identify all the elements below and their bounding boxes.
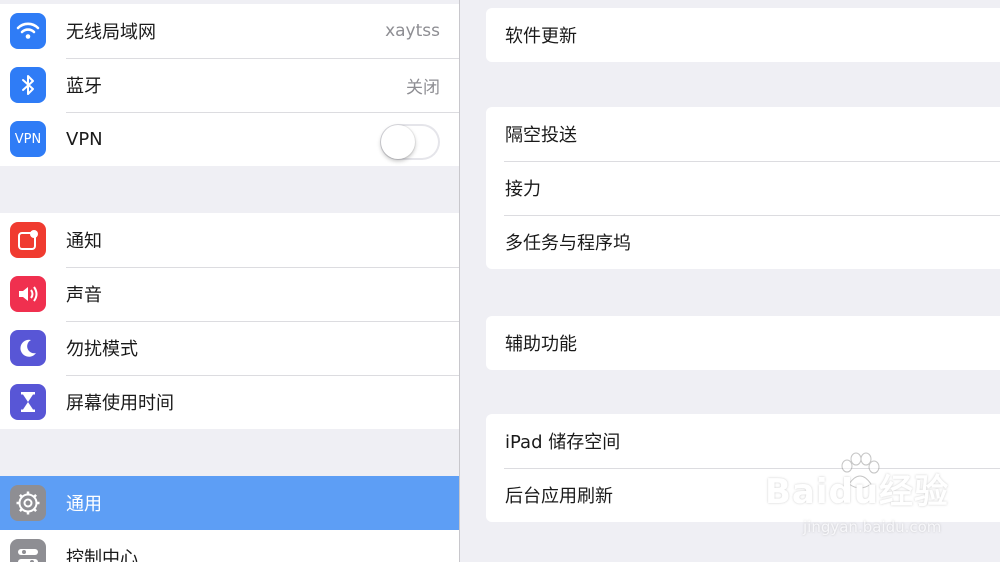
sidebar-item-sounds[interactable]: 声音 — [0, 267, 459, 321]
wifi-icon — [10, 13, 46, 49]
sidebar-group-connectivity: 无线局域网 xaytss 蓝牙 关闭 VPN VPN — [0, 4, 459, 166]
detail-item-airdrop[interactable]: 隔空投送 — [486, 107, 1000, 161]
sidebar-group-general: 通用 控制中心 — [0, 476, 459, 562]
detail-item-multitasking-dock[interactable]: 多任务与程序坞 — [486, 215, 1000, 269]
sidebar-item-vpn[interactable]: VPN VPN — [0, 112, 459, 166]
toggle-knob — [381, 125, 415, 159]
sidebar-item-label: 控制中心 — [66, 548, 138, 562]
vpn-toggle[interactable] — [380, 124, 440, 160]
detail-item-label: iPad 储存空间 — [505, 432, 621, 453]
sidebar-item-label: 声音 — [66, 285, 102, 306]
detail-item-ipad-storage[interactable]: iPad 储存空间 — [486, 414, 1000, 468]
detail-item-software-update[interactable]: 软件更新 — [486, 8, 1000, 62]
detail-group-accessibility: 辅助功能 — [486, 316, 1000, 370]
sidebar-item-general[interactable]: 通用 — [0, 476, 459, 530]
sidebar-item-label: 蓝牙 — [66, 76, 102, 97]
detail-item-background-refresh[interactable]: 后台应用刷新 — [486, 468, 1000, 522]
sidebar-item-label: 通知 — [66, 231, 102, 252]
bluetooth-status: 关闭 — [406, 77, 440, 98]
gear-icon — [10, 485, 46, 521]
sound-icon — [10, 276, 46, 312]
sidebar-item-label: 通用 — [66, 494, 102, 515]
sidebar-item-control-center[interactable]: 控制中心 — [0, 530, 459, 562]
hourglass-icon — [10, 384, 46, 420]
sidebar-item-wifi[interactable]: 无线局域网 xaytss — [0, 4, 459, 58]
notifications-icon — [10, 222, 46, 258]
detail-item-label: 多任务与程序坞 — [505, 233, 631, 254]
vpn-icon: VPN — [10, 121, 46, 157]
detail-group-storage: iPad 储存空间 后台应用刷新 — [486, 414, 1000, 522]
sidebar-item-label: 屏幕使用时间 — [66, 393, 174, 414]
detail-group-update: 软件更新 — [486, 8, 1000, 62]
detail-item-handoff[interactable]: 接力 — [486, 161, 1000, 215]
sidebar-item-label: 无线局域网 — [66, 22, 156, 43]
detail-item-label: 后台应用刷新 — [505, 486, 613, 507]
moon-icon — [10, 330, 46, 366]
sidebar-item-label: 勿扰模式 — [66, 339, 138, 360]
sidebar-item-bluetooth[interactable]: 蓝牙 关闭 — [0, 58, 459, 112]
general-detail-pane: 软件更新 隔空投送 接力 多任务与程序坞 辅助功能 iPad 储存空间 后台应用… — [460, 0, 1000, 562]
detail-item-label: 接力 — [505, 179, 541, 200]
wifi-network-name: xaytss — [385, 21, 440, 41]
detail-group-sharing: 隔空投送 接力 多任务与程序坞 — [486, 107, 1000, 269]
detail-item-label: 辅助功能 — [505, 334, 577, 355]
sidebar-item-notifications[interactable]: 通知 — [0, 213, 459, 267]
sidebar-group-notifications: 通知 声音 勿扰模式 屏幕使用时间 — [0, 213, 459, 429]
detail-item-accessibility[interactable]: 辅助功能 — [486, 316, 1000, 370]
sidebar-item-screen-time[interactable]: 屏幕使用时间 — [0, 375, 459, 429]
settings-sidebar: 无线局域网 xaytss 蓝牙 关闭 VPN VPN 通知 声音 勿扰模式 屏幕… — [0, 0, 460, 562]
control-center-icon — [10, 539, 46, 562]
sidebar-item-label: VPN — [66, 128, 103, 150]
detail-item-label: 隔空投送 — [505, 125, 577, 146]
bluetooth-icon — [10, 67, 46, 103]
detail-item-label: 软件更新 — [505, 26, 577, 47]
sidebar-item-do-not-disturb[interactable]: 勿扰模式 — [0, 321, 459, 375]
